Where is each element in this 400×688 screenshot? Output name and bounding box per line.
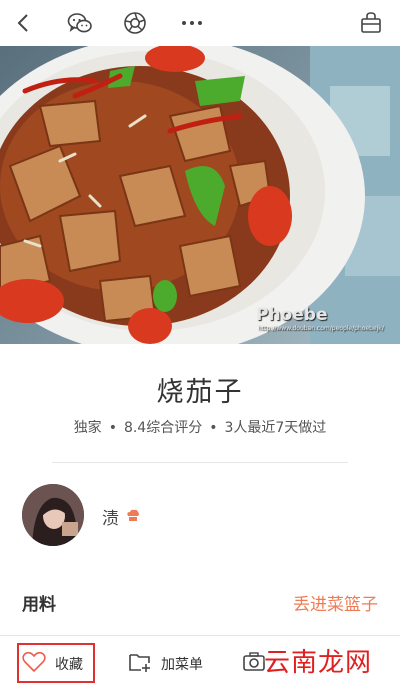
meta-separator: • — [209, 420, 218, 436]
add-menu-label: 加菜单 — [161, 657, 203, 673]
back-icon[interactable] — [10, 9, 38, 37]
recipe-photo — [0, 46, 400, 344]
more-icon[interactable] — [178, 9, 206, 37]
site-watermark: 云南龙网 — [264, 648, 373, 678]
divider — [52, 462, 348, 463]
favorite-label: 收藏 — [55, 657, 83, 673]
author-avatar[interactable] — [22, 484, 84, 546]
meta-separator: • — [108, 420, 117, 436]
wechat-icon[interactable] — [66, 9, 94, 37]
bottom-action-bar: 收藏 加菜单 云南龙网 — [0, 635, 400, 688]
basket-icon[interactable] — [357, 9, 385, 37]
author-name[interactable]: 渍 — [102, 504, 119, 529]
exclusive-tag: 独家 — [73, 420, 102, 436]
photo-watermark: Phoebe — [256, 305, 328, 325]
heart-icon — [22, 651, 46, 677]
rating-text: 8.4综合评分 — [123, 420, 203, 436]
cooked-count-text: 3人最近7天做过 — [224, 420, 327, 436]
camera-icon[interactable] — [243, 652, 265, 676]
recipe-title: 烧茄子 — [156, 377, 244, 408]
moments-icon[interactable] — [121, 9, 149, 37]
add-to-basket-link[interactable]: 丢进菜篮子 — [293, 590, 378, 615]
recipe-meta: 独家 • 8.4综合评分 • 3人最近7天做过 — [0, 417, 400, 437]
top-nav-bar — [0, 0, 400, 46]
chef-hat-icon — [126, 508, 140, 527]
add-folder-icon — [128, 651, 152, 677]
ingredients-heading: 用料 — [22, 595, 56, 615]
add-menu-button[interactable]: 加菜单 — [128, 651, 203, 677]
photo-watermark-url: http://www.douban.com/people/phoebejk/ — [258, 325, 384, 332]
favorite-button[interactable]: 收藏 — [22, 651, 83, 677]
